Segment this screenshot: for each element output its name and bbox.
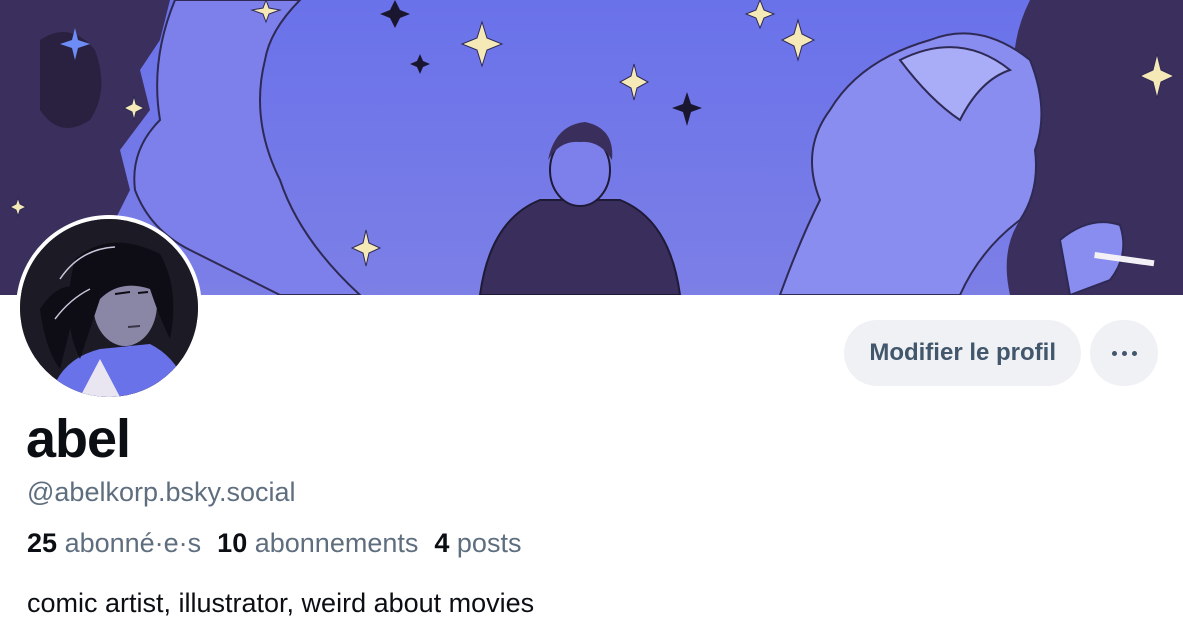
posts-stat: 4 posts	[434, 526, 521, 560]
avatar[interactable]	[16, 215, 202, 401]
followers-stat[interactable]: 25 abonné·e·s	[27, 526, 201, 560]
following-stat[interactable]: 10 abonnements	[217, 526, 418, 560]
ellipsis-icon	[1111, 350, 1117, 356]
posts-label: posts	[456, 528, 522, 558]
ellipsis-icon-dot	[1131, 350, 1137, 356]
more-options-button[interactable]	[1090, 320, 1158, 386]
display-name: abel	[26, 409, 131, 469]
profile-bio: comic artist, illustrator, weird about m…	[27, 588, 535, 618]
posts-count: 4	[434, 528, 450, 558]
edit-profile-button[interactable]: Modifier le profil	[844, 320, 1081, 386]
following-count: 10	[217, 528, 248, 558]
profile-handle: @abelkorp.bsky.social	[27, 477, 296, 507]
followers-count: 25	[27, 528, 58, 558]
following-label: abonnements	[254, 528, 419, 558]
profile-stats: 25 abonné·e·s 10 abonnements 4 posts	[27, 526, 521, 560]
ellipsis-icon-dot	[1121, 350, 1127, 356]
followers-label: abonné·e·s	[64, 528, 202, 558]
profile-actions: Modifier le profil	[844, 320, 1158, 386]
avatar-image	[20, 219, 198, 397]
